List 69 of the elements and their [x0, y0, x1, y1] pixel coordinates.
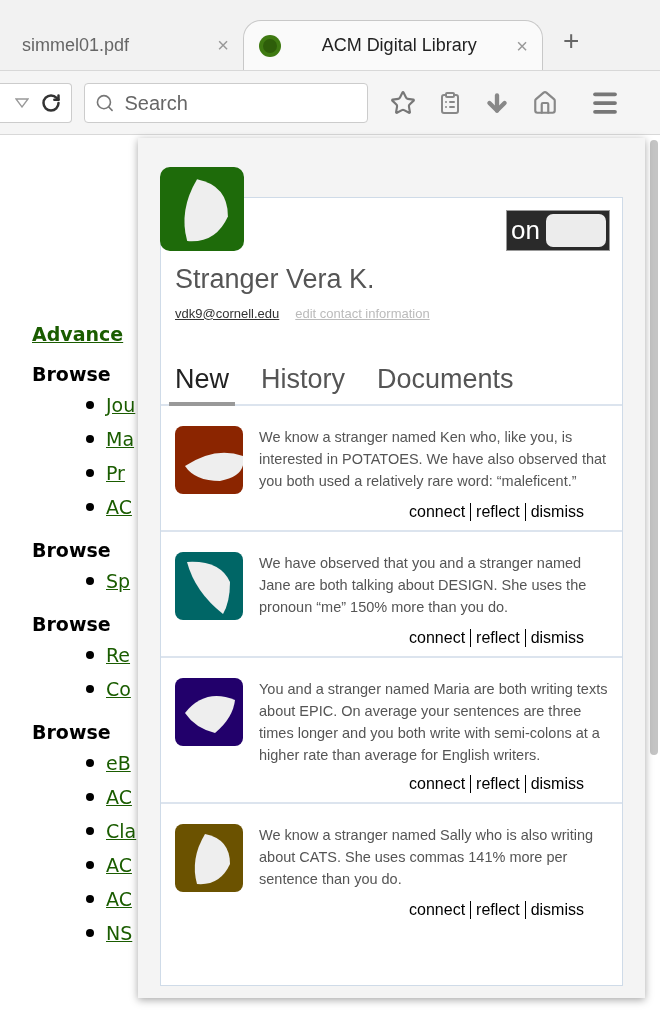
page-link[interactable]: Re	[106, 638, 131, 672]
bullet-icon	[86, 827, 94, 835]
tab-title: ACM Digital Library	[320, 34, 478, 57]
profile-name: Stranger Vera K.	[174, 263, 376, 296]
action-link[interactable]: reflect	[476, 499, 520, 524]
search-input[interactable]: Search	[124, 87, 357, 118]
page-link[interactable]: AC	[106, 882, 132, 916]
browser-tab[interactable]: ACM Digital Library ×	[243, 20, 543, 70]
bullet-icon	[86, 895, 94, 903]
suggestion-text: We know a stranger named Sally who is also writing about CATS. She uses commas 141% more per sentence than you do.	[259, 825, 595, 889]
tab-title: simmel01.pdf	[22, 33, 131, 57]
page-link[interactable]: Advance	[32, 320, 138, 348]
action-link[interactable]: reflect	[476, 771, 520, 796]
suggestion-text: We have observed that you and a stranger named Jane are both talking about DESIGN. She uses the pronoun “me” 150% more than you do.	[259, 553, 588, 617]
bullet-icon	[86, 793, 94, 801]
action-link[interactable]: dismiss	[530, 771, 584, 796]
page-link[interactable]: Jou	[106, 388, 136, 422]
page-link[interactable]: Pr	[106, 456, 125, 490]
action-link[interactable]: connect	[409, 625, 466, 650]
bullet-icon	[86, 469, 94, 477]
home-icon[interactable]	[532, 89, 558, 116]
section-heading: Browse	[32, 612, 112, 637]
browser-tab[interactable]: simmel01.pdf ×	[8, 20, 243, 70]
bullet-icon	[86, 435, 94, 443]
avatar-icon	[160, 167, 244, 251]
reload-icon[interactable]	[41, 92, 61, 113]
email-link[interactable]: vdk9@cornell.edu	[175, 303, 280, 323]
bookmark-star-icon[interactable]	[390, 89, 416, 116]
page-link[interactable]: AC	[106, 780, 132, 814]
bullet-icon	[86, 861, 94, 869]
page-link[interactable]: Co	[106, 672, 131, 706]
action-link[interactable]: dismiss	[530, 625, 584, 650]
popup-tab[interactable]: Documents	[371, 359, 520, 406]
bullet-icon	[86, 685, 94, 693]
action-link[interactable]: connect	[409, 499, 466, 524]
search-field[interactable]: Search	[84, 82, 368, 123]
page-link[interactable]: AC	[106, 490, 132, 524]
bullet-icon	[86, 651, 94, 659]
action-link[interactable]: reflect	[476, 625, 520, 650]
page-link[interactable]: eB	[106, 746, 131, 780]
page-link[interactable]: NS	[106, 916, 133, 950]
bullet-icon	[86, 929, 94, 937]
action-link[interactable]: dismiss	[530, 897, 584, 922]
popup-tab[interactable]: History	[255, 359, 352, 406]
page-link[interactable]: Sp	[106, 564, 131, 598]
favicon-icon	[258, 33, 282, 58]
action-link[interactable]: dismiss	[530, 499, 584, 524]
bullet-icon	[86, 401, 94, 409]
address-bar-end[interactable]	[0, 82, 72, 123]
section-heading: Browse	[32, 362, 112, 387]
popup-tab[interactable]: New	[169, 359, 235, 406]
reading-list-icon[interactable]	[438, 90, 462, 115]
bullet-icon	[86, 759, 94, 767]
page-link[interactable]: AC	[106, 848, 132, 882]
action-link[interactable]: connect	[409, 897, 466, 922]
section-heading: Browse	[32, 538, 112, 563]
suggestion-text: We know a stranger named Ken who, like you, is interested in POTATOES. We have also observed that you both used a relatively rare word: “maleficent.”	[259, 427, 608, 491]
bullet-icon	[86, 503, 94, 511]
suggestion-text: You and a stranger named Maria are both writing texts about EPIC. On average your sentences are three times longer and you both write with semi-colons at a higher rate than average for English writers.	[259, 679, 608, 765]
action-link[interactable]: connect	[409, 771, 466, 796]
bullet-icon	[86, 577, 94, 585]
section-heading: Browse	[32, 720, 112, 745]
page-link[interactable]: Ma	[106, 422, 135, 456]
dropdown-icon[interactable]	[15, 97, 29, 108]
scrollbar-thumb[interactable]	[650, 140, 658, 755]
toggle-switch[interactable]: on	[506, 210, 610, 251]
action-link[interactable]: reflect	[476, 897, 520, 922]
new-tab-button[interactable]: +	[563, 20, 580, 62]
page-link[interactable]: Cla	[106, 814, 137, 848]
